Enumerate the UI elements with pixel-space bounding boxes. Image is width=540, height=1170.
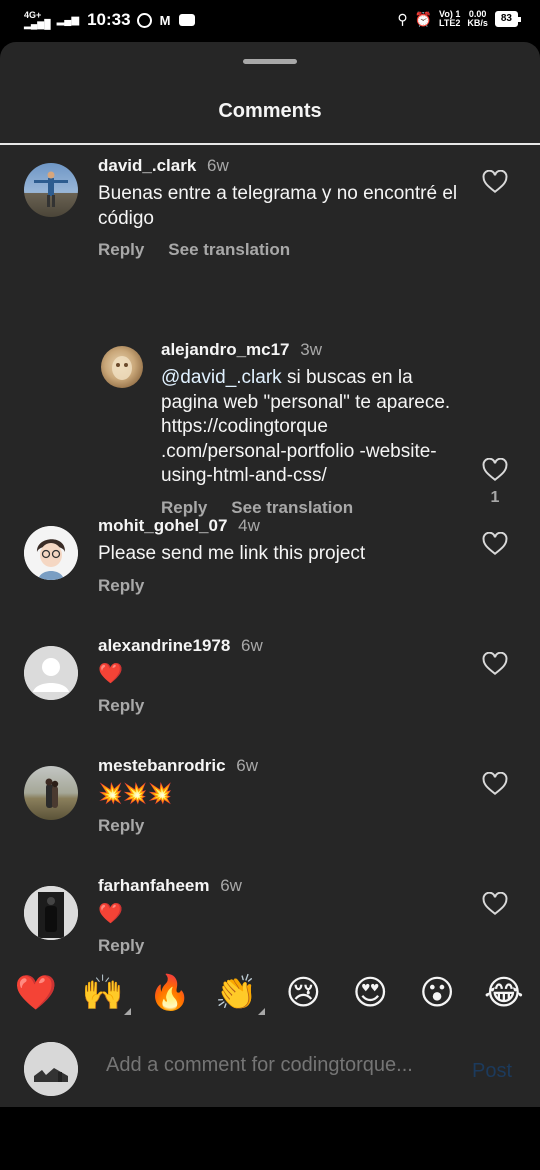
avatar[interactable]	[24, 766, 78, 820]
see-translation-button[interactable]: See translation	[231, 498, 353, 518]
like-count: 1	[490, 489, 500, 506]
reaction-raising-hands[interactable]: 🙌	[79, 973, 131, 1015]
comment-header: alejandro_mc17 3w	[161, 340, 451, 360]
reaction-surprised-face[interactable]: 😮	[413, 973, 461, 1013]
mention-link[interactable]: @david_.clark	[161, 367, 282, 388]
skin-tone-indicator	[123, 1008, 131, 1015]
avatar-photo	[45, 778, 59, 808]
reply-button[interactable]: Reply	[98, 576, 144, 596]
comment-time: 3w	[300, 340, 322, 359]
chrome-notification-icon	[136, 12, 152, 28]
comment-time: 6w	[220, 876, 242, 895]
default-avatar-icon	[24, 646, 78, 700]
comment-header: alexandrine1978 6w	[98, 636, 458, 656]
network-speed: 0.00 KB/s	[467, 9, 488, 28]
current-user-avatar	[24, 1042, 78, 1096]
comment-text: 💥💥💥	[98, 783, 173, 805]
comment-text: @david_.clark si buscas en la pagina web…	[161, 366, 451, 489]
heart-outline-icon[interactable]	[482, 532, 508, 556]
comment-header: mohit_gohel_07 4w	[98, 516, 458, 536]
comment-item: alexandrine1978 6w ❤️ Reply	[0, 636, 540, 746]
comment-username[interactable]: david_.clark	[98, 156, 196, 175]
comment-username[interactable]: alejandro_mc17	[161, 340, 290, 359]
heart-outline-icon[interactable]	[482, 652, 508, 676]
comment-item: farhanfaheem 6w ❤️ Reply	[0, 876, 540, 954]
comment-input-bar: Post	[0, 1032, 540, 1107]
reaction-red-heart[interactable]: ❤️	[12, 973, 60, 1013]
header-divider	[0, 143, 540, 145]
avatar-photo	[24, 886, 78, 940]
comment-username[interactable]: mestebanrodric	[98, 756, 226, 775]
heart-outline-icon[interactable]	[482, 170, 508, 194]
comment-time: 6w	[207, 156, 229, 175]
reaction-fire[interactable]: 🔥	[146, 973, 194, 1013]
reply-button[interactable]: Reply	[98, 936, 144, 955]
avatar-photo	[34, 171, 68, 207]
see-translation-button[interactable]: See translation	[168, 240, 290, 260]
reply-button[interactable]: Reply	[98, 816, 144, 836]
volte-indicator: Vo) 1 LTE2	[439, 9, 461, 28]
heart-outline-icon[interactable]	[482, 458, 508, 482]
comments-sheet: Comments david_.clark 6w Buenas entre a …	[0, 42, 540, 1107]
post-button[interactable]: Post	[472, 1060, 512, 1083]
reaction-emoji: 🙌	[81, 973, 125, 1013]
comment-item: mestebanrodric 6w 💥💥💥 Reply	[0, 756, 540, 866]
reaction-laughing-face[interactable]: 😂	[480, 973, 528, 1013]
heart-outline-icon[interactable]	[482, 892, 508, 916]
avatar[interactable]	[24, 646, 78, 700]
comment-time: 6w	[236, 756, 259, 775]
avatar[interactable]	[24, 526, 78, 580]
alarm-icon: ⏰	[414, 10, 433, 27]
avatar[interactable]	[24, 886, 78, 940]
avatar-photo	[112, 356, 132, 380]
comment-text: Buenas entre a telegrama y no encontré e…	[98, 183, 458, 229]
comment-list[interactable]: david_.clark 6w Buenas entre a telegrama…	[0, 146, 540, 954]
skin-tone-indicator	[257, 1008, 265, 1015]
comment-text: Please send me link this project	[98, 543, 366, 564]
network-indicator: 4G+ ▂▄▆█	[24, 10, 51, 29]
comment-time: 4w	[238, 516, 260, 535]
comment-username[interactable]: alexandrine1978	[98, 636, 230, 655]
quick-reaction-bar: ❤️ 🙌 🔥 👏 😢 😍 😮 😂	[0, 954, 540, 1032]
signal-icon: ▂▄▆	[56, 14, 80, 26]
comment-header: mestebanrodric 6w	[98, 756, 458, 776]
reply-button[interactable]: Reply	[161, 498, 207, 518]
comment-username[interactable]: mohit_gohel_07	[98, 516, 227, 535]
reaction-clapping-hands[interactable]: 👏	[213, 973, 265, 1015]
comment-time: 6w	[241, 636, 263, 655]
avatar[interactable]	[101, 346, 143, 388]
heart-outline-icon[interactable]	[482, 772, 508, 796]
app-notification-icon	[178, 14, 195, 26]
drag-handle[interactable]	[243, 59, 297, 64]
reaction-emoji: 👏	[215, 973, 258, 1013]
location-icon: ⚲	[397, 10, 408, 27]
navigation-area	[0, 1107, 540, 1170]
comment-username[interactable]: farhanfaheem	[98, 876, 209, 895]
avatar-photo	[24, 526, 78, 580]
comment-header: farhanfaheem 6w	[98, 876, 458, 896]
comment-text: ❤️	[98, 903, 123, 925]
reaction-crying-face[interactable]: 😢	[279, 973, 327, 1013]
comment-text: ❤️	[98, 663, 123, 685]
reply-button[interactable]: Reply	[98, 696, 144, 716]
status-bar: 4G+ ▂▄▆█ ▂▄▆ 10:33 M ⚲ ⏰ Vo) 1 LTE2 0.00…	[0, 0, 540, 42]
comment-input[interactable]	[106, 1054, 446, 1077]
avatar-photo	[24, 1042, 78, 1096]
comment-header: david_.clark 6w	[98, 156, 458, 176]
sheet-title: Comments	[218, 100, 322, 122]
gmail-notification-icon: M	[159, 12, 171, 28]
reply-button[interactable]: Reply	[98, 240, 144, 260]
avatar[interactable]	[24, 163, 78, 217]
clock: 10:33	[87, 10, 131, 29]
reply-comment-item: alejandro_mc17 3w @david_.clark si busca…	[0, 296, 540, 517]
reaction-heart-eyes[interactable]: 😍	[346, 973, 394, 1013]
comment-item: mohit_gohel_07 4w Please send me link th…	[0, 516, 540, 626]
comment-item: david_.clark 6w Buenas entre a telegrama…	[0, 146, 540, 286]
battery-indicator: 83	[494, 11, 522, 27]
